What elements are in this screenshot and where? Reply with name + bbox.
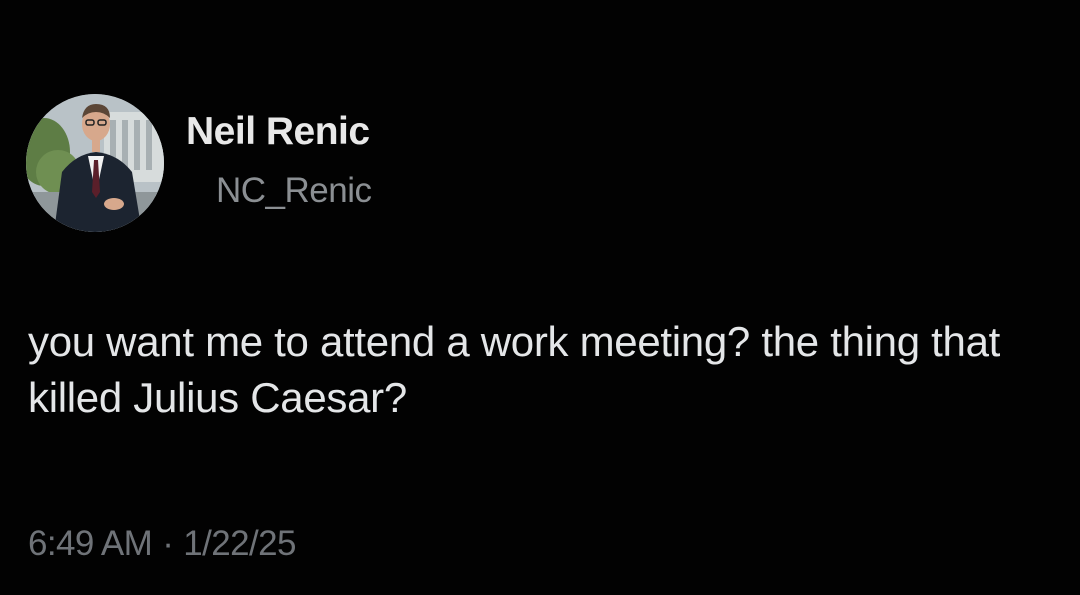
- author-avatar[interactable]: [26, 94, 164, 232]
- profile-photo-icon: [26, 94, 164, 232]
- tweet-card: Neil Renic NC_Renic you want me to atten…: [0, 0, 1080, 595]
- timestamp-separator: ·: [162, 524, 174, 563]
- tweet-date: 1/22/25: [183, 524, 296, 563]
- tweet-text: you want me to attend a work meeting? th…: [28, 318, 1000, 421]
- tweet-time: 6:49 AM: [28, 524, 153, 563]
- author-handle[interactable]: NC_Renic: [216, 171, 372, 211]
- tweet-timestamp[interactable]: 6:49 AM · 1/22/25: [28, 524, 296, 564]
- author-display-name[interactable]: Neil Renic: [186, 110, 370, 154]
